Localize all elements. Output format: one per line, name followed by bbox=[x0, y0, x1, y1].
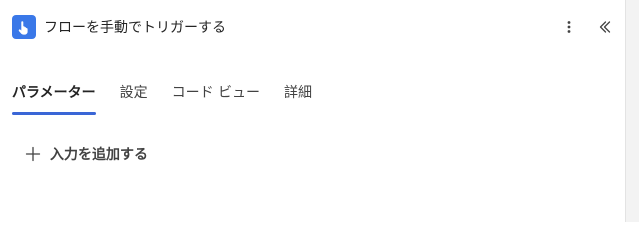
tab-details[interactable]: 詳細 bbox=[284, 82, 312, 116]
plus-icon bbox=[24, 145, 42, 163]
hand-tap-icon bbox=[12, 15, 36, 39]
trigger-details-panel: フローを手動でトリガーする パラメーター 設定 コード ビュー 詳細 入力を追加… bbox=[0, 0, 639, 222]
page-title: フローを手動でトリガーする bbox=[44, 20, 226, 36]
tab-code-view[interactable]: コード ビュー bbox=[172, 82, 260, 116]
tab-parameters[interactable]: パラメーター bbox=[12, 82, 96, 116]
add-input-button[interactable]: 入力を追加する bbox=[24, 142, 148, 166]
tab-settings[interactable]: 設定 bbox=[120, 82, 148, 116]
more-options-button[interactable] bbox=[557, 15, 581, 39]
panel-scrollbar-track[interactable] bbox=[625, 0, 639, 222]
add-input-label: 入力を追加する bbox=[50, 147, 148, 163]
double-chevron-left-icon bbox=[599, 21, 611, 33]
tab-list: パラメーター 設定 コード ビュー 詳細 bbox=[12, 82, 336, 116]
panel-header: フローを手動でトリガーする bbox=[12, 13, 617, 41]
more-vertical-icon bbox=[567, 21, 571, 33]
collapse-panel-button[interactable] bbox=[593, 15, 617, 39]
